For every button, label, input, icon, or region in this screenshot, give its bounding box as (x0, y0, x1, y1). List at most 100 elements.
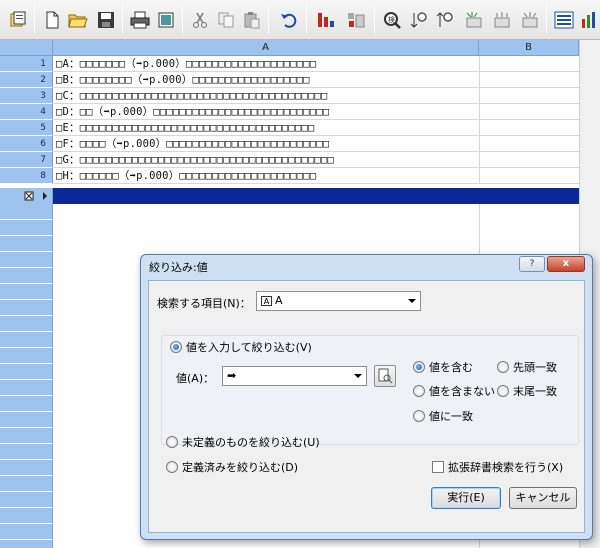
cell-b7[interactable] (479, 152, 579, 168)
undo-icon[interactable] (276, 8, 300, 32)
cancel-button[interactable]: キャンセル (509, 487, 577, 509)
match-prefix-radio[interactable] (497, 361, 509, 373)
row-header-empty[interactable] (0, 508, 53, 524)
value-label: 値(A)： (176, 372, 215, 385)
close-button[interactable]: x (547, 256, 585, 272)
data-icon-1[interactable] (462, 8, 486, 32)
cell-b4[interactable] (479, 104, 579, 120)
cell-b3[interactable] (479, 88, 579, 104)
row-header-empty[interactable] (0, 444, 53, 460)
cell-b6[interactable] (479, 136, 579, 152)
row-header-empty[interactable] (0, 332, 53, 348)
match-equals-radio[interactable] (413, 410, 425, 422)
row-header-5[interactable]: 5 (0, 120, 53, 136)
column-header-a[interactable]: A (53, 40, 479, 56)
row-header-empty[interactable] (0, 476, 53, 492)
chart-icon[interactable] (578, 8, 600, 32)
new-file-icon[interactable] (6, 8, 30, 32)
cell-b5[interactable] (479, 120, 579, 136)
match-suffix-radio[interactable] (497, 385, 509, 397)
execute-button[interactable]: 実行(E) (431, 487, 501, 509)
search-icon[interactable]: 検 (380, 8, 404, 32)
row-header-4[interactable]: 4 (0, 104, 53, 120)
row-header-empty[interactable] (0, 300, 53, 316)
data-icon-3[interactable] (518, 8, 542, 32)
row-header-empty[interactable] (0, 540, 53, 548)
match-suffix-label: 末尾一致 (513, 385, 557, 398)
row-header-empty[interactable] (0, 220, 53, 236)
document-lookup-icon (378, 368, 393, 384)
new-row-selected[interactable] (53, 188, 579, 204)
match-not-contains-radio[interactable] (413, 385, 425, 397)
row-header-empty[interactable] (0, 204, 53, 220)
print-preview-icon[interactable] (154, 8, 178, 32)
row-header-7[interactable]: 7 (0, 152, 53, 168)
match-prefix-label: 先頭一致 (513, 361, 557, 374)
row-header-empty[interactable] (0, 284, 53, 300)
row-header-empty[interactable] (0, 460, 53, 476)
copy-icon[interactable] (214, 8, 238, 32)
help-button[interactable]: ? (519, 256, 545, 272)
defined-filter-label: 定義済みを絞り込む(D) (182, 461, 299, 474)
row-header-8[interactable]: 8 (0, 168, 53, 184)
input-mode-radio[interactable] (170, 341, 182, 353)
cell-a7[interactable]: □G：□□□□□□□□□□□□□□□□□□□□□□□□□□□□□□□□□□□□□… (53, 152, 479, 168)
cell-a2[interactable]: □B：□□□□□□□□（➡p.000）□□□□□□□□□□□□□□□□□□ (53, 72, 479, 88)
row-header-6[interactable]: 6 (0, 136, 53, 152)
column-header-b[interactable]: B (479, 40, 579, 56)
search-item-value: A (275, 294, 283, 307)
cell-b2[interactable] (479, 72, 579, 88)
undefined-filter-label: 未定義のものを絞り込む(U) (182, 436, 320, 449)
row-header-empty[interactable] (0, 268, 53, 284)
find-down-icon[interactable] (408, 8, 432, 32)
grid-corner[interactable] (0, 40, 53, 56)
filter-icon[interactable] (344, 8, 368, 32)
search-item-combo[interactable]: A A (256, 291, 421, 311)
cell-a8[interactable]: □H：□□□□□□（➡p.000）□□□□□□□□□□□□□□□□□□□□□ (53, 168, 479, 184)
pick-value-button[interactable] (374, 365, 396, 387)
cell-a4[interactable]: □D：□□（➡p.000）□□□□□□□□□□□□□□□□□□□□□□□□□□□ (53, 104, 479, 120)
cell-a1[interactable]: □A：□□□□□□□（➡p.000）□□□□□□□□□□□□□□□□□□□□ (53, 56, 479, 72)
match-not-contains-label: 値を含まない (429, 385, 495, 398)
row-header-empty[interactable] (0, 428, 53, 444)
input-mode-label: 値を入力して絞り込む(V) (186, 341, 312, 354)
save-icon[interactable] (94, 8, 118, 32)
cell-b1[interactable] (479, 56, 579, 72)
row-header-empty[interactable] (0, 252, 53, 268)
text-item-icon: A (261, 296, 272, 306)
row-header-empty[interactable] (0, 236, 53, 252)
cell-a3[interactable]: □C：□□□□□□□□□□□□□□□□□□□□□□□□□□□□□□□□□□□□□… (53, 88, 479, 104)
open-folder-icon[interactable] (66, 8, 90, 32)
row-header-empty[interactable] (0, 492, 53, 508)
row-header-empty[interactable] (0, 348, 53, 364)
undefined-filter-radio[interactable] (166, 436, 178, 448)
match-contains-label: 値を含む (429, 361, 473, 374)
row-header-3[interactable]: 3 (0, 88, 53, 104)
match-contains-radio[interactable] (413, 361, 425, 373)
find-up-icon[interactable] (434, 8, 458, 32)
value-combo[interactable]: ➡ (222, 366, 367, 386)
row-header-1[interactable]: 1 (0, 56, 53, 72)
cell-a6[interactable]: □F：□□□□（➡p.000）□□□□□□□□□□□□□□□□□□□□□□□□□ (53, 136, 479, 152)
extended-search-checkbox[interactable] (432, 461, 444, 473)
match-equals-label: 値に一致 (429, 410, 473, 423)
paste-icon[interactable] (240, 8, 264, 32)
cell-b8[interactable] (479, 168, 579, 184)
cell-a5[interactable]: □E：□□□□□□□□□□□□□□□□□□□□□□□□□□□□□□□□□□□□ (53, 120, 479, 136)
sort-icon[interactable] (314, 8, 338, 32)
row-header-empty[interactable] (0, 412, 53, 428)
row-header-empty[interactable] (0, 396, 53, 412)
data-icon-2[interactable] (490, 8, 514, 32)
defined-filter-radio[interactable] (166, 461, 178, 473)
list-view-icon[interactable] (552, 8, 576, 32)
new-document-icon[interactable] (40, 8, 64, 32)
row-header-empty[interactable] (0, 316, 53, 332)
row-header-empty[interactable] (0, 364, 53, 380)
cut-icon[interactable] (188, 8, 212, 32)
print-icon[interactable] (128, 8, 152, 32)
new-row-header[interactable] (0, 188, 53, 204)
row-header-empty[interactable] (0, 380, 53, 396)
row-header-2[interactable]: 2 (0, 72, 53, 88)
chevron-down-icon (354, 374, 362, 378)
row-header-empty[interactable] (0, 524, 53, 540)
